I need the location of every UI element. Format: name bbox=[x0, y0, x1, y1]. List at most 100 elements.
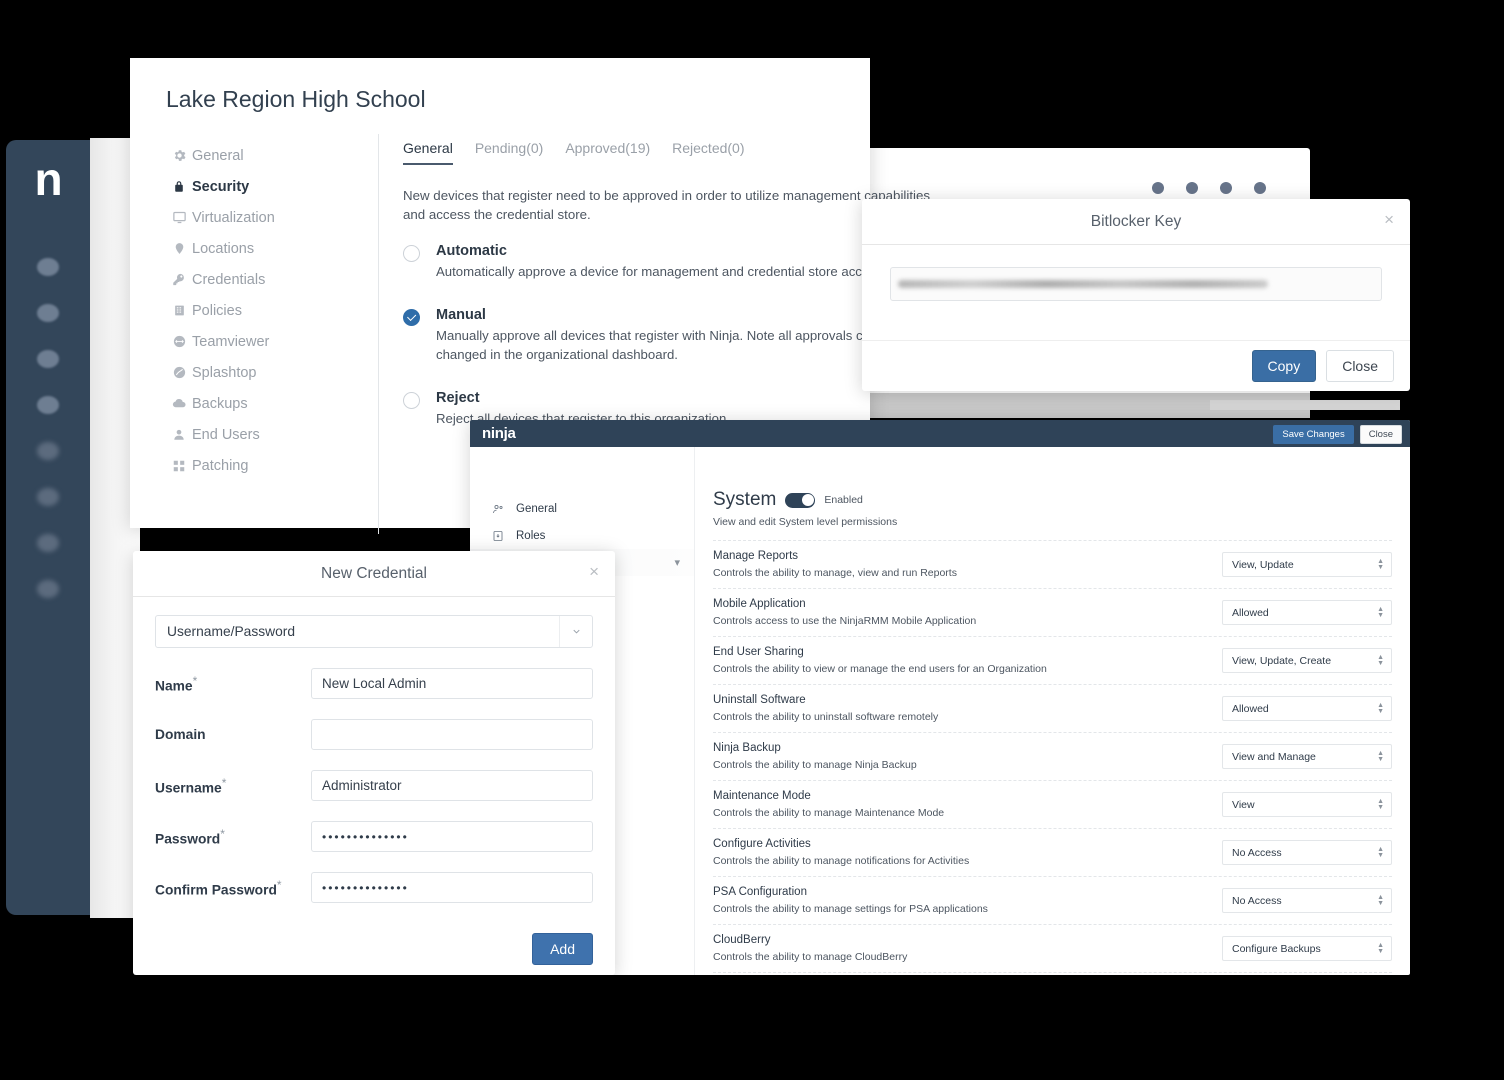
system-enable-toggle[interactable] bbox=[785, 492, 816, 508]
lock-icon bbox=[166, 179, 192, 194]
sidebar-item-label: Policies bbox=[192, 302, 242, 319]
rail-nav-icon-5[interactable] bbox=[37, 442, 59, 460]
permission-value: View, Update bbox=[1232, 558, 1294, 571]
sidebar-item-label: Security bbox=[192, 178, 250, 195]
cloud-icon bbox=[166, 396, 192, 411]
permission-value-select[interactable]: No Access ▲ ▼ bbox=[1222, 888, 1392, 913]
close-window-button[interactable]: Close bbox=[1359, 425, 1402, 444]
stepper-icon[interactable]: ▲ ▼ bbox=[1377, 937, 1384, 960]
rail-nav-icon-3[interactable] bbox=[37, 350, 59, 368]
permission-value-select[interactable]: No Access ▲ ▼ bbox=[1222, 840, 1392, 865]
permission-value-select[interactable]: View ▲ ▼ bbox=[1222, 792, 1392, 817]
permissions-main: System Enabled View and edit System leve… bbox=[695, 447, 1410, 975]
field-label: Username* bbox=[155, 776, 311, 796]
sidebar-item-backups[interactable]: Backups bbox=[166, 388, 381, 419]
field-label-text: Name bbox=[155, 678, 193, 694]
dot-1 bbox=[1152, 182, 1164, 194]
field-label: Name* bbox=[155, 674, 311, 694]
sidebar-item-locations[interactable]: Locations bbox=[166, 233, 381, 264]
username-field[interactable] bbox=[311, 770, 593, 801]
sidebar-item-splashtop[interactable]: Splashtop bbox=[166, 357, 381, 388]
permission-value-select[interactable]: Allowed ▲ ▼ bbox=[1222, 696, 1392, 721]
rail-nav-icon-7[interactable] bbox=[37, 534, 59, 552]
radio-label: Reject bbox=[436, 390, 480, 406]
stepper-icon[interactable]: ▲ ▼ bbox=[1377, 649, 1384, 672]
system-section-subtitle: View and edit System level permissions bbox=[713, 516, 898, 528]
grid-icon bbox=[166, 459, 192, 473]
copy-button[interactable]: Copy bbox=[1251, 350, 1317, 382]
credential-type-select[interactable]: Username/Password bbox=[155, 615, 593, 648]
required-marker: * bbox=[276, 877, 282, 892]
rail-nav-icon-1[interactable] bbox=[37, 258, 59, 276]
sidebar-item-policies[interactable]: Policies bbox=[166, 295, 381, 326]
confirm-password-field[interactable] bbox=[311, 872, 593, 903]
dot-3 bbox=[1220, 182, 1232, 194]
save-changes-button[interactable]: Save Changes bbox=[1273, 425, 1354, 444]
permission-value-select[interactable]: View, Update ▲ ▼ bbox=[1222, 552, 1392, 577]
table-row: CloudBerry Controls the ability to manag… bbox=[713, 924, 1392, 972]
radio-indicator[interactable] bbox=[403, 245, 420, 262]
tab-rejected[interactable]: Rejected(0) bbox=[672, 140, 744, 165]
background-window-dots bbox=[1152, 182, 1266, 194]
rail-nav-icon-6[interactable] bbox=[37, 488, 59, 506]
sidebar-item-security[interactable]: Security bbox=[166, 171, 381, 202]
stepper-icon[interactable]: ▲ ▼ bbox=[1377, 553, 1384, 576]
permission-text: Configure Activities Controls the abilit… bbox=[713, 838, 969, 867]
close-button[interactable]: Close bbox=[1326, 350, 1394, 382]
stepper-icon[interactable]: ▲ ▼ bbox=[1377, 601, 1384, 624]
domain-field[interactable] bbox=[311, 719, 593, 750]
system-section-header: System Enabled bbox=[713, 489, 1392, 511]
close-icon[interactable]: × bbox=[589, 563, 599, 580]
rail-nav-icon-4[interactable] bbox=[37, 396, 59, 414]
credential-modal-body: Username/Password Name* Domain Username*… bbox=[133, 597, 615, 965]
field-row-username: Username* bbox=[155, 770, 593, 801]
system-section-title: System bbox=[713, 489, 777, 510]
rail-nav-icon-8[interactable] bbox=[37, 580, 59, 598]
sidebar-item-roles[interactable]: Roles bbox=[470, 522, 694, 549]
gear-icon bbox=[166, 148, 192, 163]
permission-value-select[interactable]: View and Manage ▲ ▼ bbox=[1222, 744, 1392, 769]
tab-approved[interactable]: Approved(19) bbox=[565, 140, 650, 165]
sidebar-item-general[interactable]: General bbox=[470, 495, 694, 522]
ninja-logo: n bbox=[34, 153, 62, 205]
stepper-icon[interactable]: ▲ ▼ bbox=[1377, 697, 1384, 720]
permissions-topbar: ninja Save Changes Close bbox=[470, 420, 1410, 447]
bitlocker-key-modal: Bitlocker Key × Copy Close bbox=[862, 199, 1410, 391]
dot-2 bbox=[1186, 182, 1198, 194]
stepper-icon[interactable]: ▲ ▼ bbox=[1377, 841, 1384, 864]
permission-value-select[interactable]: Allowed ▲ ▼ bbox=[1222, 600, 1392, 625]
user-icon bbox=[166, 427, 192, 442]
permission-value: Configure Backups bbox=[1232, 942, 1321, 955]
sidebar-item-patching[interactable]: Patching bbox=[166, 450, 381, 481]
tab-general[interactable]: General bbox=[403, 140, 453, 165]
stepper-icon[interactable]: ▲ ▼ bbox=[1377, 745, 1384, 768]
sidebar-item-label: Roles bbox=[516, 529, 546, 542]
rail-nav-icon-2[interactable] bbox=[37, 304, 59, 322]
close-icon[interactable]: × bbox=[1384, 211, 1394, 228]
chevron-down-icon[interactable] bbox=[559, 616, 592, 647]
field-label: Domain bbox=[155, 727, 311, 742]
password-field[interactable] bbox=[311, 821, 593, 852]
permission-name: Uninstall Software bbox=[713, 694, 806, 706]
system-toggle-state: Enabled bbox=[824, 494, 863, 506]
stepper-icon[interactable]: ▲ ▼ bbox=[1377, 889, 1384, 912]
stepper-icon[interactable]: ▲ ▼ bbox=[1377, 793, 1384, 816]
permission-value-select[interactable]: Configure Backups ▲ ▼ bbox=[1222, 936, 1392, 961]
user-settings-icon bbox=[492, 503, 516, 515]
add-button[interactable]: Add bbox=[532, 933, 593, 965]
permission-value: No Access bbox=[1232, 846, 1282, 859]
radio-indicator[interactable] bbox=[403, 309, 420, 326]
sidebar-item-general[interactable]: General bbox=[166, 140, 381, 171]
sidebar-item-teamviewer[interactable]: Teamviewer bbox=[166, 326, 381, 357]
chevron-down-icon[interactable]: ▾ bbox=[674, 556, 680, 569]
bitlocker-key-field[interactable] bbox=[890, 267, 1382, 301]
sidebar-item-end-users[interactable]: End Users bbox=[166, 419, 381, 450]
permission-name: Maintenance Mode bbox=[713, 790, 811, 802]
radio-indicator[interactable] bbox=[403, 392, 420, 409]
sidebar-item-credentials[interactable]: Credentials bbox=[166, 264, 381, 295]
sidebar-item-virtualization[interactable]: Virtualization bbox=[166, 202, 381, 233]
name-field[interactable] bbox=[311, 668, 593, 699]
permission-value-select[interactable]: View, Update, Create ▲ ▼ bbox=[1222, 648, 1392, 673]
tab-pending[interactable]: Pending(0) bbox=[475, 140, 544, 165]
field-label-text: Confirm Password bbox=[155, 882, 277, 898]
